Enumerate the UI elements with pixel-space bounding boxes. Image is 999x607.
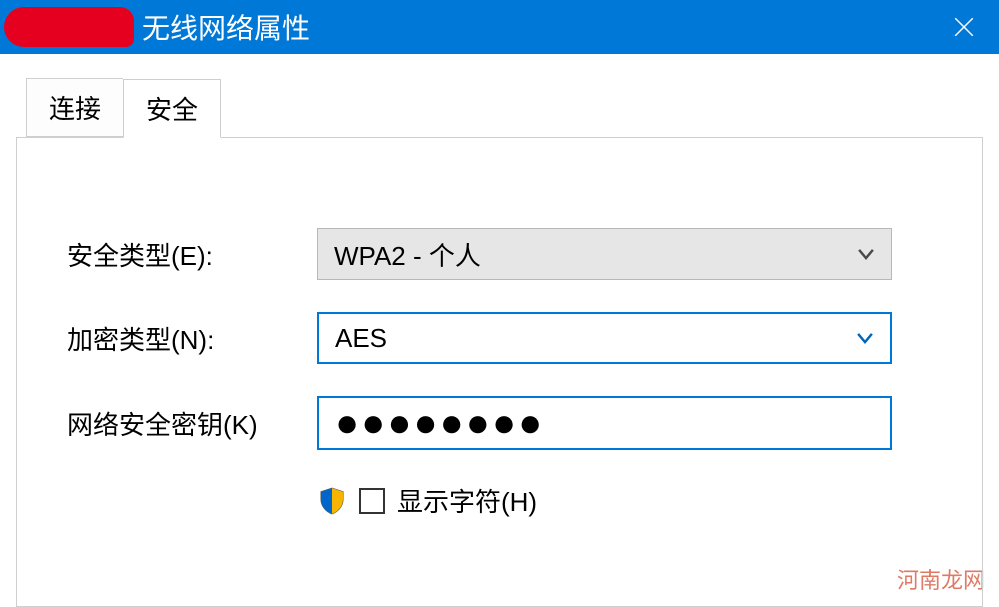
window-title: 无线网络属性: [142, 7, 310, 47]
titlebar-left: 无线网络属性: [10, 7, 310, 47]
input-network-key[interactable]: ●●●●●●●●: [317, 396, 892, 450]
tab-panel-security: 安全类型(E): WPA2 - 个人 加密类型(N): AES 网络安全密钥(K…: [16, 137, 983, 607]
row-show-characters: 显示字符(H): [317, 482, 932, 519]
select-security-type[interactable]: WPA2 - 个人: [317, 228, 892, 280]
chevron-down-icon: [855, 243, 877, 265]
network-key-masked: ●●●●●●●●: [335, 403, 544, 443]
redacted-network-name: [4, 7, 134, 47]
tab-connection[interactable]: 连接: [26, 78, 123, 137]
tab-security[interactable]: 安全: [123, 79, 221, 138]
label-network-key: 网络安全密钥(K): [67, 405, 317, 442]
checkbox-show-characters[interactable]: [359, 488, 385, 514]
row-encryption-type: 加密类型(N): AES: [67, 312, 932, 364]
close-button[interactable]: [929, 0, 999, 54]
select-security-type-value: WPA2 - 个人: [334, 236, 481, 273]
close-icon: [954, 17, 974, 37]
label-security-type: 安全类型(E):: [67, 236, 317, 273]
content-area: 连接 安全 安全类型(E): WPA2 - 个人 加密类型(N): AES 网络…: [0, 54, 999, 607]
select-encryption-type-value: AES: [335, 323, 387, 354]
titlebar: 无线网络属性: [0, 0, 999, 54]
chevron-down-icon: [854, 327, 876, 349]
shield-icon: [317, 486, 347, 516]
select-encryption-type[interactable]: AES: [317, 312, 892, 364]
label-encryption-type: 加密类型(N):: [67, 320, 317, 357]
tabs-row: 连接 安全: [26, 78, 983, 137]
label-show-characters: 显示字符(H): [397, 482, 537, 519]
row-network-key: 网络安全密钥(K) ●●●●●●●●: [67, 396, 932, 450]
row-security-type: 安全类型(E): WPA2 - 个人: [67, 228, 932, 280]
